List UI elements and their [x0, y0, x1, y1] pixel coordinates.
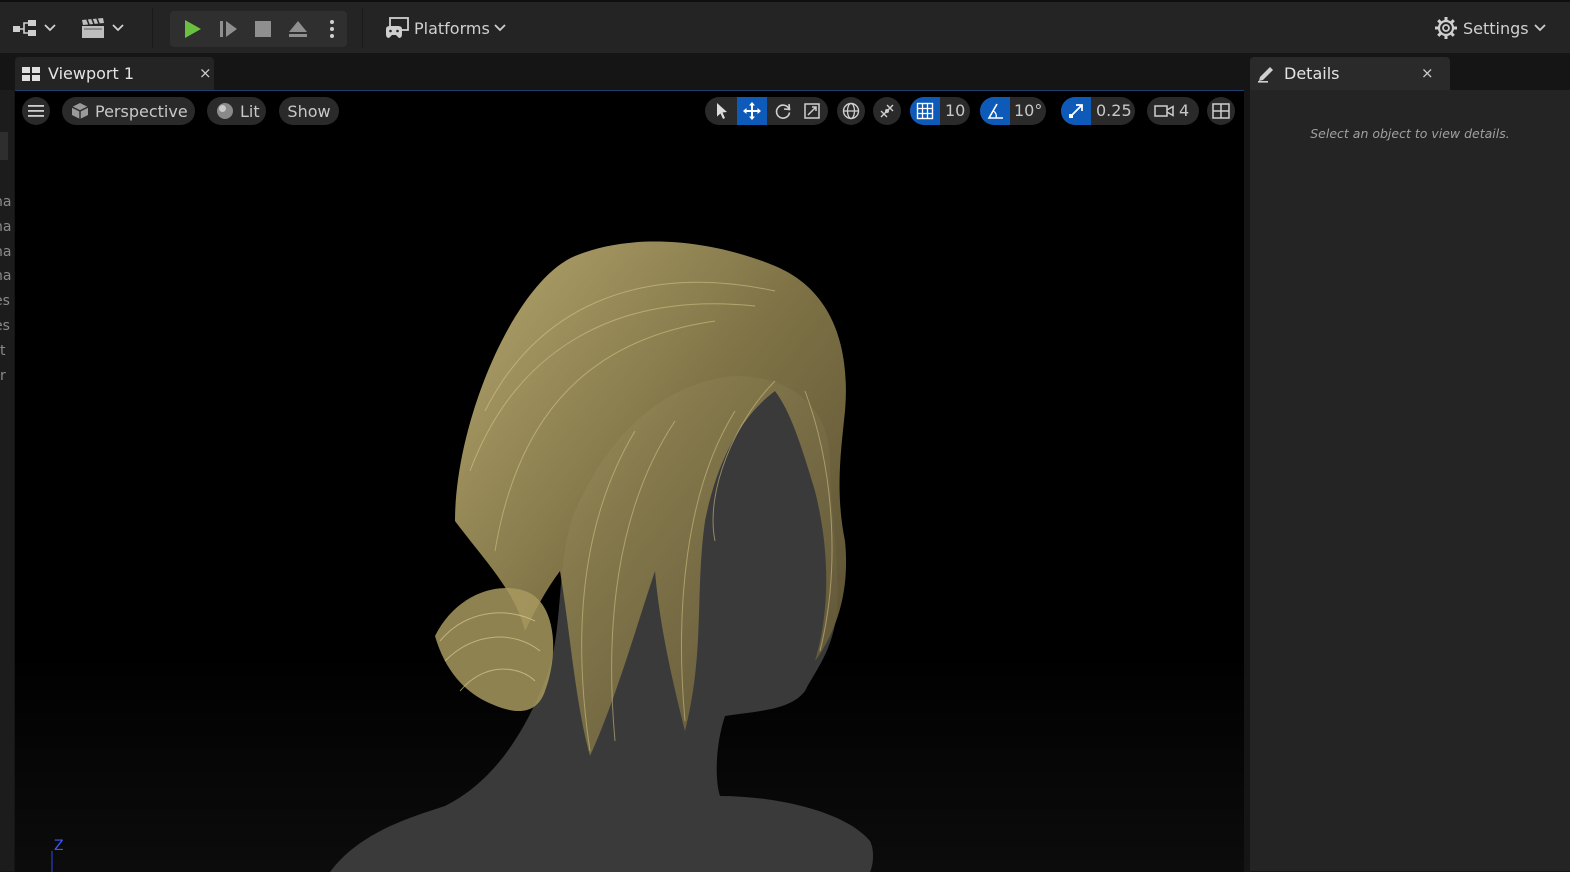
translate-mode-button[interactable] [737, 97, 767, 125]
clapperboard-icon [82, 18, 104, 38]
hamburger-icon [28, 105, 44, 117]
cinematics-menu-button[interactable] [80, 11, 124, 45]
rotate-icon [775, 103, 791, 119]
surface-snapping-button[interactable] [873, 97, 901, 125]
angle-icon [987, 103, 1003, 119]
main-toolbar: Platforms Settings [0, 0, 1570, 53]
move-arrows-icon [743, 102, 761, 120]
platforms-icon [386, 17, 409, 38]
grid-icon [916, 102, 934, 120]
outliner-panel-edge: na na na na es es t r [0, 90, 14, 871]
blueprint-icon [13, 20, 36, 36]
viewport-layout-button[interactable] [1207, 97, 1235, 125]
tab-details-label: Details [1284, 64, 1340, 83]
show-flags-button[interactable]: Show [279, 97, 339, 125]
perspective-view-button[interactable]: Perspective [62, 97, 195, 125]
grid-snap-value: 10 [945, 101, 966, 120]
viewport-options-button[interactable] [22, 97, 50, 125]
play-icon [185, 20, 201, 38]
rotation-snap-value: 10° [1014, 101, 1043, 120]
tab-viewport[interactable]: Viewport 1 × [15, 57, 214, 90]
chevron-down-icon [112, 24, 124, 32]
chevron-down-icon [1533, 24, 1546, 32]
eject-button[interactable] [280, 11, 316, 47]
camera-speed-value: 4 [1179, 101, 1190, 120]
platforms-menu-button[interactable]: Platforms [384, 11, 506, 45]
cube-icon [71, 103, 89, 119]
camera-speed-control[interactable]: 4 [1147, 97, 1199, 125]
outliner-row[interactable]: r [0, 368, 6, 384]
advance-frame-button[interactable] [210, 11, 246, 47]
rotate-mode-button[interactable] [769, 97, 797, 125]
settings-menu-button[interactable]: Settings [1434, 11, 1546, 45]
play-options-button[interactable] [320, 11, 344, 47]
perspective-label: Perspective [95, 101, 188, 121]
create-menu-button[interactable] [12, 11, 56, 45]
grid-snap-toggle[interactable] [910, 97, 940, 125]
scale-mode-button[interactable] [798, 97, 826, 125]
coordinate-system-button[interactable] [837, 97, 865, 125]
more-vertical-icon [330, 20, 334, 38]
close-icon[interactable]: × [199, 64, 212, 82]
show-label: Show [287, 101, 331, 121]
globe-icon [842, 102, 860, 120]
pencil-icon [1258, 67, 1273, 83]
rotation-snap-control[interactable]: 10° [980, 97, 1046, 125]
grid-snap-control[interactable]: 10 [910, 97, 970, 125]
scale-arrow-icon [1069, 104, 1083, 118]
outliner-row[interactable]: na [0, 219, 11, 235]
stop-icon [255, 21, 271, 37]
lit-sphere-icon [217, 103, 233, 119]
outliner-row[interactable]: na [0, 194, 11, 210]
transform-tools [705, 97, 828, 125]
lit-label: Lit [240, 101, 260, 121]
axis-z-label: Z [54, 838, 64, 854]
scale-snap-control[interactable]: 0.25 [1061, 97, 1135, 125]
play-controls [170, 11, 347, 47]
eject-icon [289, 21, 307, 37]
outliner-row[interactable]: es [0, 293, 10, 309]
toolbar-separator [362, 8, 363, 48]
level-viewport[interactable]: Z Perspective Lit Show 10 10° 0.25 4 [15, 90, 1244, 872]
view-mode-button[interactable]: Lit [207, 97, 266, 125]
chevron-down-icon [44, 24, 56, 32]
outliner-row[interactable]: na [0, 244, 11, 260]
pointer-icon [717, 103, 727, 119]
outliner-row[interactable]: na [0, 268, 11, 284]
platforms-label: Platforms [414, 18, 490, 38]
surface-snap-icon [880, 104, 894, 118]
tab-row: Viewport 1 × Details × [0, 53, 1570, 90]
toolbar-separator [152, 8, 153, 48]
scale-snap-value: 0.25 [1096, 101, 1132, 120]
layout-icon [1212, 103, 1230, 119]
details-panel: Select an object to view details. [1250, 90, 1570, 871]
close-icon[interactable]: × [1421, 64, 1434, 82]
step-forward-icon [220, 21, 237, 37]
stop-button[interactable] [246, 11, 280, 47]
play-button[interactable] [174, 11, 210, 47]
outliner-scroll-handle[interactable] [0, 132, 8, 160]
details-empty-message: Select an object to view details. [1310, 126, 1510, 141]
tab-details[interactable]: Details × [1250, 57, 1450, 90]
outliner-row[interactable]: t [0, 343, 6, 359]
gear-icon [1435, 17, 1457, 39]
settings-label: Settings [1463, 18, 1529, 38]
viewport-scene [15, 241, 1244, 872]
select-mode-button[interactable] [709, 97, 735, 125]
camera-icon [1154, 105, 1174, 117]
outliner-row[interactable]: es [0, 318, 10, 334]
scale-snap-toggle[interactable] [1061, 97, 1091, 125]
scale-icon [804, 103, 820, 119]
rotation-snap-toggle[interactable] [980, 97, 1010, 125]
tab-viewport-label: Viewport 1 [48, 64, 135, 83]
viewport-icon [22, 67, 40, 81]
chevron-down-icon [494, 24, 506, 32]
